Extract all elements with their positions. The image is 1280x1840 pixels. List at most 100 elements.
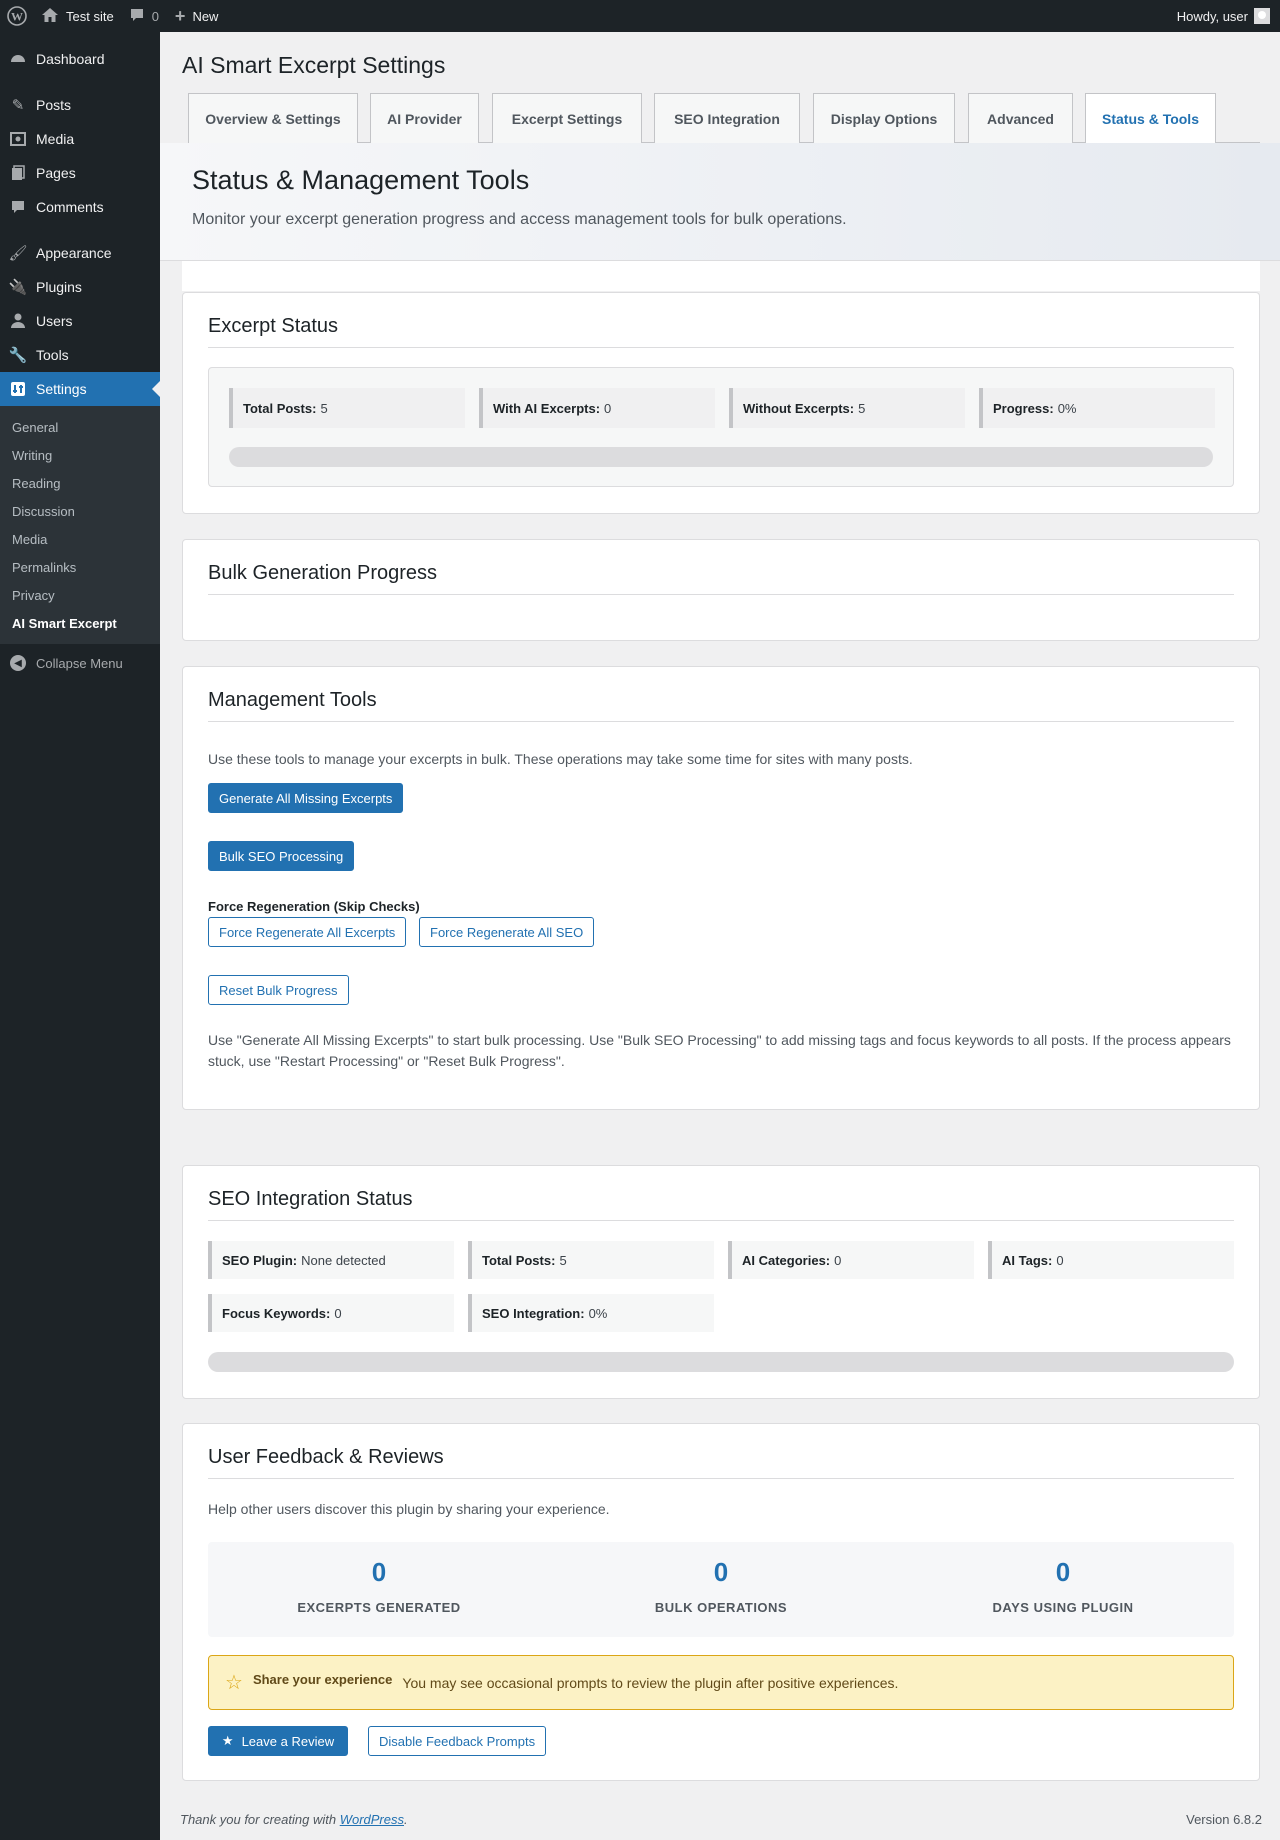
content-wrap — [182, 261, 1260, 291]
divider — [208, 594, 1234, 595]
home-icon — [42, 7, 58, 25]
wordpress-link[interactable]: WordPress — [340, 1812, 404, 1827]
divider — [208, 721, 1234, 722]
submenu-item-reading[interactable]: Reading — [0, 469, 160, 497]
tab-display-options[interactable]: Display Options — [813, 93, 955, 143]
sidebar-item-dashboard[interactable]: Dashboard — [0, 42, 160, 76]
review-notice: ☆ Share your experience You may see occa… — [208, 1655, 1234, 1710]
submenu-item-ai-smart-excerpt[interactable]: AI Smart Excerpt — [0, 609, 160, 637]
stat-label: DAYS USING PLUGIN — [992, 1600, 1134, 1615]
stat-value: 0 — [1055, 1557, 1071, 1587]
star-outline-icon: ☆ — [225, 1672, 243, 1694]
submenu-item-privacy[interactable]: Privacy — [0, 581, 160, 609]
new-content-link[interactable]: + New — [167, 0, 227, 32]
force-regeneration-label: Force Regeneration (Skip Checks) — [208, 899, 420, 914]
sidebar-item-appearance[interactable]: 🖌 Appearance — [0, 236, 160, 270]
submenu-item-writing[interactable]: Writing — [0, 441, 160, 469]
stat-without-excerpts: Without Excerpts: 5 — [729, 388, 965, 428]
management-intro: Use these tools to manage your excerpts … — [208, 751, 913, 767]
leave-review-button[interactable]: ★ Leave a Review — [208, 1726, 348, 1756]
settings-submenu: General Writing Reading Discussion Media… — [0, 406, 160, 644]
submenu-item-permalinks[interactable]: Permalinks — [0, 553, 160, 581]
site-name: Test site — [66, 8, 114, 24]
sidebar-item-users[interactable]: Users — [0, 304, 160, 338]
disable-feedback-button[interactable]: Disable Feedback Prompts — [368, 1726, 547, 1756]
sidebar-item-posts[interactable]: ✎ Posts — [0, 88, 160, 122]
footer-thanks-prefix: Thank you for creating with — [180, 1812, 337, 1827]
force-regenerate-seo-button[interactable]: Force Regenerate All SEO — [419, 917, 595, 947]
comments-count: 0 — [151, 8, 159, 24]
management-help-text: Use "Generate All Missing Excerpts" to s… — [208, 1032, 1231, 1069]
notice-text: You may see occasional prompts to review… — [402, 1674, 899, 1691]
settings-tabs: Overview & Settings AI Provider Excerpt … — [188, 93, 1260, 144]
comments-link[interactable]: 0 — [122, 0, 167, 32]
stat-progress: Progress: 0% — [979, 388, 1215, 428]
sidebar-item-label: Media — [36, 131, 75, 147]
sidebar-item-label: Users — [36, 313, 73, 329]
divider — [208, 347, 1234, 348]
tab-status-tools[interactable]: Status & Tools — [1085, 93, 1216, 144]
stat-excerpts-generated: 0 EXCERPTS GENERATED — [208, 1542, 550, 1637]
star-icon: ★ — [221, 1733, 234, 1748]
tab-ai-provider[interactable]: AI Provider — [370, 93, 479, 143]
card-title: SEO Integration Status — [208, 1188, 413, 1210]
stat-with-ai-excerpts: With AI Excerpts: 0 — [479, 388, 715, 428]
excerpt-status-card: Excerpt Status Total Posts: 5 With AI Exc… — [182, 292, 1260, 514]
sidebar-item-pages[interactable]: Pages — [0, 156, 160, 190]
tab-advanced[interactable]: Advanced — [968, 93, 1073, 143]
submenu-item-media[interactable]: Media — [0, 525, 160, 553]
reset-bulk-progress-button[interactable]: Reset Bulk Progress — [208, 975, 349, 1005]
comment-icon — [130, 8, 144, 25]
sidebar-item-label: Tools — [36, 347, 69, 363]
seo-stat-plugin: SEO Plugin: None detected — [208, 1241, 454, 1279]
user-account-link[interactable]: Howdy, user — [1169, 0, 1280, 32]
sidebar-item-comments[interactable]: Comments — [0, 190, 160, 224]
user-icon — [8, 311, 28, 331]
bulk-progress-card: Bulk Generation Progress — [182, 539, 1260, 641]
plugin-icon: 🔌 — [8, 279, 28, 296]
settings-icon — [8, 379, 28, 399]
sidebar-item-label: Pages — [36, 165, 76, 181]
admin-bar: W Test site 0 + New Howdy, user — [0, 0, 1280, 32]
divider — [208, 1478, 1234, 1479]
feedback-card: User Feedback & Reviews Help other users… — [182, 1423, 1260, 1781]
site-name-link[interactable]: Test site — [34, 0, 122, 32]
page-title: AI Smart Excerpt Settings — [182, 52, 446, 78]
bulk-seo-processing-button[interactable]: Bulk SEO Processing — [208, 841, 355, 871]
seo-stat-integration: SEO Integration: 0% — [468, 1294, 714, 1332]
stat-bulk-operations: 0 BULK OPERATIONS — [550, 1542, 892, 1637]
tab-excerpt-settings[interactable]: Excerpt Settings — [492, 93, 642, 143]
seo-status-card: SEO Integration Status SEO Plugin: None d… — [182, 1165, 1260, 1399]
banner-title: Status & Management Tools — [192, 165, 530, 195]
comment-icon — [8, 197, 28, 217]
submenu-item-general[interactable]: General — [0, 413, 160, 441]
collapse-arrow-icon: ◀ — [10, 655, 26, 671]
submenu-item-discussion[interactable]: Discussion — [0, 497, 160, 525]
plus-icon: + — [174, 5, 186, 26]
sidebar-item-label: Appearance — [36, 245, 112, 261]
seo-stat-total-posts: Total Posts: 5 — [468, 1241, 714, 1279]
stat-value: 0 — [371, 1557, 387, 1587]
footer-thanks: Thank you for creating with WordPress. — [180, 1812, 408, 1827]
footer-version: Version 6.8.2 — [1186, 1812, 1262, 1827]
generate-missing-excerpts-button[interactable]: Generate All Missing Excerpts — [208, 783, 404, 813]
sidebar-item-media[interactable]: Media — [0, 122, 160, 156]
collapse-menu-button[interactable]: ◀ Collapse Menu — [0, 646, 160, 680]
stat-label: BULK OPERATIONS — [654, 1600, 788, 1615]
excerpt-stats-box: Total Posts: 5 With AI Excerpts: 0 Without… — [208, 367, 1234, 487]
greeting: Howdy, user — [1176, 8, 1248, 24]
seo-stat-ai-categories: AI Categories: 0 — [728, 1241, 974, 1279]
sidebar-item-plugins[interactable]: 🔌 Plugins — [0, 270, 160, 304]
wordpress-logo-icon[interactable]: W — [0, 0, 34, 32]
leave-review-label: Leave a Review — [241, 1733, 335, 1749]
stat-value: 0 — [713, 1557, 729, 1587]
sidebar-item-tools[interactable]: 🔧 Tools — [0, 338, 160, 372]
collapse-menu-label: Collapse Menu — [36, 655, 123, 671]
media-icon — [8, 129, 28, 149]
excerpt-progress-bar — [229, 447, 1213, 467]
tab-seo-integration[interactable]: SEO Integration — [654, 93, 800, 143]
dashboard-icon — [8, 49, 28, 69]
sidebar-item-settings[interactable]: Settings — [0, 372, 160, 406]
tab-overview-settings[interactable]: Overview & Settings — [188, 93, 358, 143]
force-regenerate-excerpts-button[interactable]: Force Regenerate All Excerpts — [208, 917, 407, 947]
